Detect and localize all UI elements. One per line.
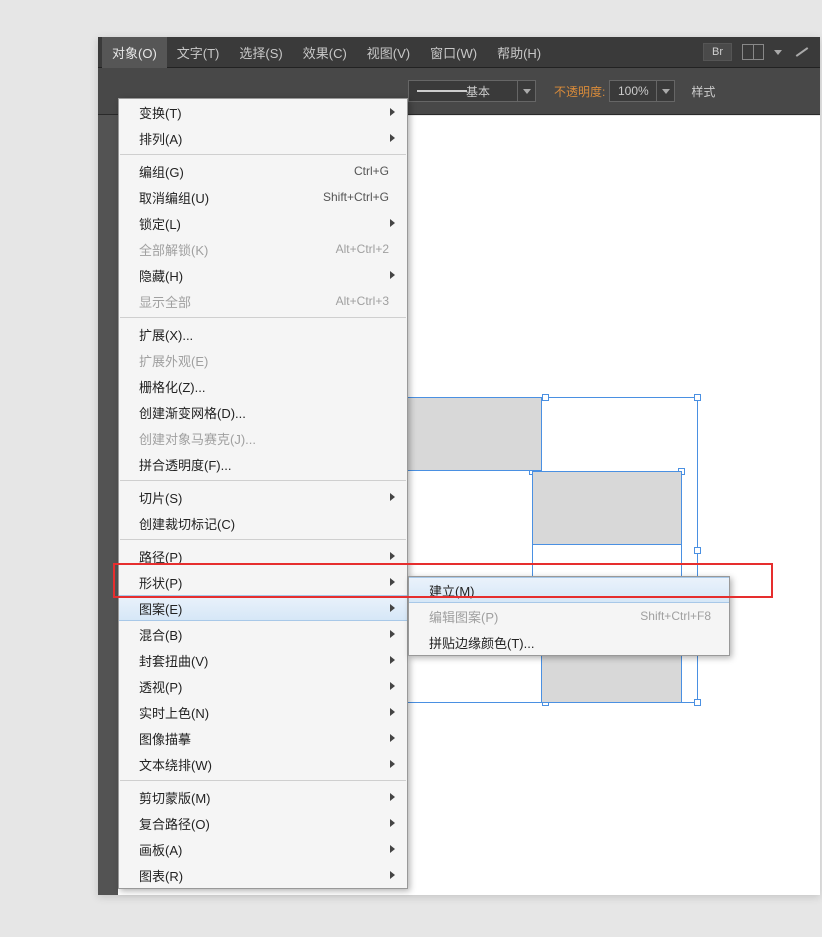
menu-pattern[interactable]: 图案(E) [119, 595, 407, 621]
menubar-item-effect[interactable]: 效果(C) [293, 37, 357, 68]
submenu-arrow-icon [390, 708, 395, 716]
menu-separator [120, 539, 406, 540]
menu-separator [120, 154, 406, 155]
submenu-arrow-icon [390, 682, 395, 690]
submenu-arrow-icon [390, 656, 395, 664]
submenu-arrow-icon [390, 108, 395, 116]
submenu-arrow-icon [390, 630, 395, 638]
selection-handle[interactable] [694, 394, 701, 401]
selection-handle[interactable] [694, 547, 701, 554]
menu-rasterize[interactable]: 栅格化(Z)... [119, 373, 407, 399]
submenu-arrow-icon [390, 845, 395, 853]
submenu-make[interactable]: 建立(M) [409, 577, 729, 603]
menubar-item-text[interactable]: 文字(T) [167, 37, 230, 68]
menu-separator [120, 317, 406, 318]
submenu-arrow-icon [390, 552, 395, 560]
submenu-arrow-icon [390, 793, 395, 801]
left-panel [98, 115, 118, 895]
menu-blend[interactable]: 混合(B) [119, 621, 407, 647]
menu-expand[interactable]: 扩展(X)... [119, 321, 407, 347]
stroke-label: 基本 [466, 83, 490, 100]
style-label: 样式 [691, 83, 715, 100]
submenu-edit-pattern: 编辑图案(P)Shift+Ctrl+F8 [409, 603, 729, 629]
menu-crop-marks[interactable]: 创建裁切标记(C) [119, 510, 407, 536]
menu-perspective[interactable]: 透视(P) [119, 673, 407, 699]
submenu-arrow-icon [390, 578, 395, 586]
menu-text-wrap[interactable]: 文本绕排(W) [119, 751, 407, 777]
selection-handle[interactable] [542, 394, 549, 401]
menu-separator [120, 780, 406, 781]
menu-unlock-all: 全部解锁(K)Alt+Ctrl+2 [119, 236, 407, 262]
submenu-arrow-icon [390, 871, 395, 879]
menu-separator [120, 480, 406, 481]
menu-image-trace[interactable]: 图像描摹 [119, 725, 407, 751]
menu-lock[interactable]: 锁定(L) [119, 210, 407, 236]
pattern-submenu: 建立(M) 编辑图案(P)Shift+Ctrl+F8 拼贴边缘颜色(T)... [408, 576, 730, 656]
bridge-badge[interactable]: Br [703, 43, 732, 61]
menubar-item-help[interactable]: 帮助(H) [487, 37, 551, 68]
shape-rect[interactable] [532, 471, 682, 545]
layout-icon[interactable] [742, 44, 764, 60]
stroke-dropdown-button[interactable] [518, 80, 536, 102]
menu-graph[interactable]: 图表(R) [119, 862, 407, 888]
opacity-input[interactable]: 100% [609, 80, 657, 102]
shape-rect[interactable] [392, 397, 542, 471]
submenu-arrow-icon [390, 271, 395, 279]
menu-ungroup[interactable]: 取消编组(U)Shift+Ctrl+G [119, 184, 407, 210]
menu-transform[interactable]: 变换(T) [119, 99, 407, 125]
object-menu: 变换(T) 排列(A) 编组(G)Ctrl+G 取消编组(U)Shift+Ctr… [118, 98, 408, 889]
menu-shape[interactable]: 形状(P) [119, 569, 407, 595]
submenu-arrow-icon [390, 760, 395, 768]
menu-group[interactable]: 编组(G)Ctrl+G [119, 158, 407, 184]
menu-slice[interactable]: 切片(S) [119, 484, 407, 510]
menu-expand-appearance: 扩展外观(E) [119, 347, 407, 373]
menu-flatten-transparency[interactable]: 拼合透明度(F)... [119, 451, 407, 477]
menu-live-paint[interactable]: 实时上色(N) [119, 699, 407, 725]
menubar-item-select[interactable]: 选择(S) [229, 37, 292, 68]
submenu-arrow-icon [390, 604, 395, 612]
submenu-arrow-icon [390, 219, 395, 227]
menubar: 对象(O) 文字(T) 选择(S) 效果(C) 视图(V) 窗口(W) 帮助(H… [98, 37, 820, 68]
menu-compound-path[interactable]: 复合路径(O) [119, 810, 407, 836]
submenu-arrow-icon [390, 819, 395, 827]
menu-clipping-mask[interactable]: 剪切蒙版(M) [119, 784, 407, 810]
menu-object-mosaic: 创建对象马赛克(J)... [119, 425, 407, 451]
brush-icon[interactable] [792, 42, 812, 62]
menubar-item-view[interactable]: 视图(V) [357, 37, 420, 68]
submenu-arrow-icon [390, 493, 395, 501]
opacity-label: 不透明度: [554, 83, 605, 100]
submenu-arrow-icon [390, 134, 395, 142]
menu-hide[interactable]: 隐藏(H) [119, 262, 407, 288]
menu-gradient-mesh[interactable]: 创建渐变网格(D)... [119, 399, 407, 425]
menu-arrange[interactable]: 排列(A) [119, 125, 407, 151]
menubar-item-window[interactable]: 窗口(W) [420, 37, 487, 68]
menu-envelope-distort[interactable]: 封套扭曲(V) [119, 647, 407, 673]
menubar-item-object[interactable]: 对象(O) [102, 37, 167, 68]
menu-show-all: 显示全部Alt+Ctrl+3 [119, 288, 407, 314]
stroke-style-preview[interactable]: 基本 [408, 80, 518, 102]
submenu-tile-edge-color[interactable]: 拼贴边缘颜色(T)... [409, 629, 729, 655]
layout-dropdown-icon[interactable] [774, 50, 782, 55]
opacity-dropdown-button[interactable] [657, 80, 675, 102]
menu-artboard[interactable]: 画板(A) [119, 836, 407, 862]
selection-handle[interactable] [694, 699, 701, 706]
submenu-arrow-icon [390, 734, 395, 742]
app-window: 对象(O) 文字(T) 选择(S) 效果(C) 视图(V) 窗口(W) 帮助(H… [98, 37, 820, 895]
menu-path[interactable]: 路径(P) [119, 543, 407, 569]
